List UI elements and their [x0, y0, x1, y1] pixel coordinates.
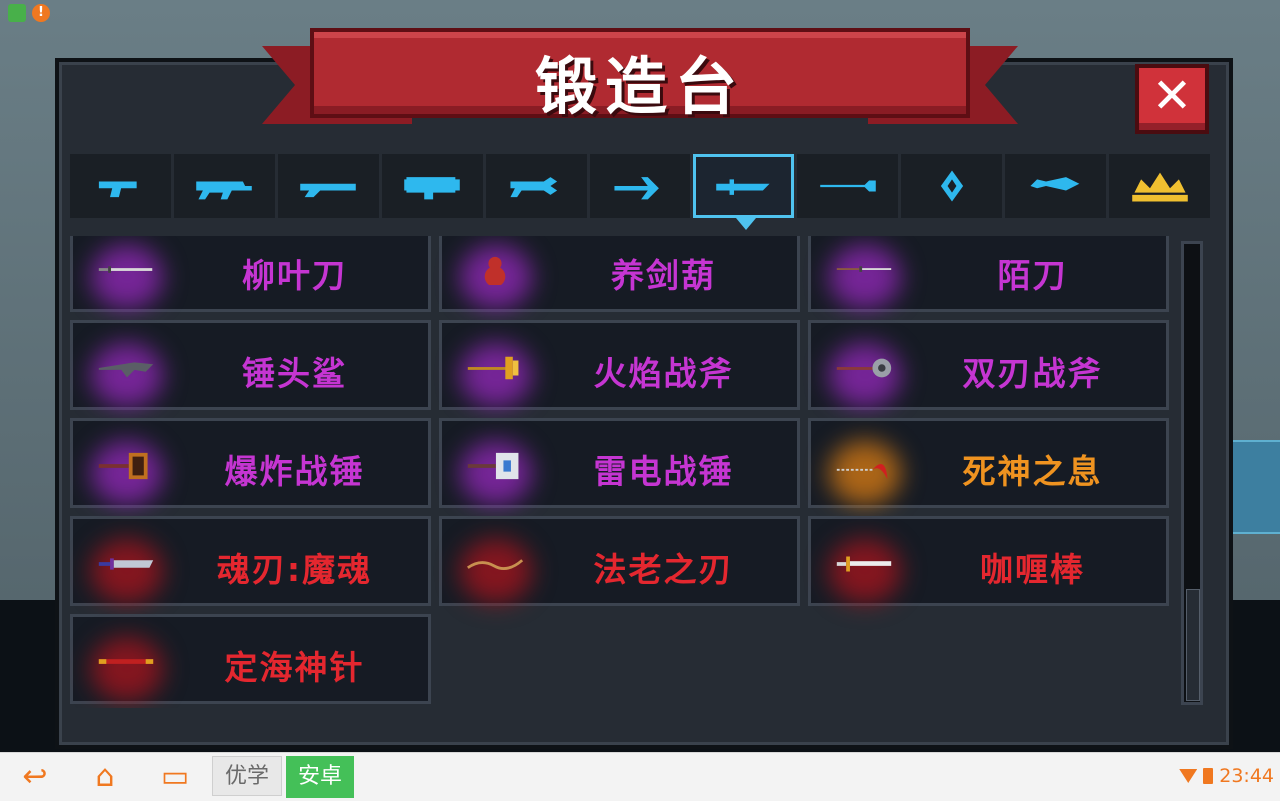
long-blade-icon	[836, 266, 892, 272]
battery-icon	[1203, 768, 1214, 784]
bow-icon	[614, 177, 659, 200]
android-nav-bar: ↩ ⌂ ▭ 优学 安卓 23:44	[0, 752, 1280, 801]
page-title: 锻造台	[534, 50, 745, 123]
weapon-item[interactable]: 雷电战锤	[439, 418, 800, 508]
weapon-item[interactable]: 陌刀	[808, 236, 1169, 312]
weapon-name: 定海神针	[224, 648, 365, 687]
warning-icon: !	[32, 4, 50, 22]
weapon-item[interactable]: 爆炸战锤	[70, 418, 431, 508]
status-icons: !	[8, 4, 50, 22]
notification-app-icon	[8, 4, 26, 22]
laser-icon	[510, 177, 558, 198]
scrollbar[interactable]	[1181, 241, 1203, 705]
close-button[interactable]: ✕	[1135, 64, 1209, 134]
weapon-name: 爆炸战锤	[224, 452, 365, 491]
gourd-icon	[484, 256, 506, 285]
weapon-name: 养剑葫	[611, 256, 716, 295]
golden-staff-icon	[98, 659, 154, 664]
thunder-hammer-icon	[467, 452, 519, 480]
fire-axe-icon	[467, 356, 519, 380]
weapon-item[interactable]: 死神之息	[808, 418, 1169, 508]
weapon-item[interactable]: 法老之刃	[439, 516, 800, 606]
weapon-item[interactable]: 养剑葫	[439, 236, 800, 312]
tab-throwable[interactable]	[901, 154, 1003, 218]
tab-crown[interactable]	[1109, 154, 1210, 218]
tab-launcher[interactable]	[381, 154, 483, 218]
weapon-item[interactable]: 双刃战斧	[808, 320, 1169, 410]
tab-spear[interactable]	[797, 154, 899, 218]
melee-icon	[716, 179, 770, 195]
title-banner: 锻造台	[262, 28, 1018, 138]
brand-label-a[interactable]: 优学	[212, 756, 283, 796]
spear-icon	[820, 180, 876, 192]
tab-bow[interactable]	[589, 154, 691, 218]
shotgun-icon	[300, 183, 357, 198]
pharaoh-blade-icon	[466, 559, 524, 571]
explosive-hammer-icon	[98, 452, 148, 480]
background-pillar	[1226, 440, 1280, 534]
hammerhead-icon	[98, 362, 154, 378]
weapon-name: 柳叶刀	[242, 256, 347, 295]
recent-apps-icon[interactable]: ▭	[150, 762, 200, 792]
weapon-name: 雷电战锤	[593, 452, 734, 491]
soul-blade-icon	[98, 558, 154, 570]
weapon-name: 火焰战斧	[593, 354, 734, 393]
crown-icon	[1131, 172, 1188, 202]
weapon-item[interactable]: 柳叶刀	[70, 236, 431, 312]
weapon-name: 魂刃:魔魂	[216, 550, 373, 589]
launcher-icon	[404, 177, 460, 200]
tab-rifle[interactable]	[173, 154, 275, 218]
weapon-name: 双刃战斧	[962, 354, 1103, 393]
tab-melee[interactable]	[693, 154, 795, 230]
clock: 23:44	[1219, 765, 1274, 787]
tab-shotgun[interactable]	[277, 154, 379, 218]
throwable-icon	[940, 170, 963, 202]
brand-label-b[interactable]: 安卓	[286, 756, 355, 798]
category-tabs	[70, 154, 1210, 230]
home-icon[interactable]: ⌂	[80, 762, 130, 792]
rifle-icon	[196, 181, 253, 200]
other-icon	[1030, 177, 1079, 191]
tab-other[interactable]	[1005, 154, 1107, 218]
back-icon[interactable]: ↩	[10, 762, 60, 792]
scroll-thumb[interactable]	[1186, 589, 1200, 701]
weapon-item[interactable]: 咖喱棒	[808, 516, 1169, 606]
weapon-item[interactable]: 锤头鲨	[70, 320, 431, 410]
tab-laser[interactable]	[485, 154, 587, 218]
scythe-icon	[836, 464, 888, 480]
system-tray: 23:44	[1179, 765, 1274, 787]
weapon-item[interactable]: 定海神针	[70, 614, 431, 704]
pistol-icon	[99, 181, 138, 198]
weapon-item[interactable]: 火焰战斧	[439, 320, 800, 410]
weapon-list: 柳叶刀 养剑葫 陌刀锤头鲨 火焰战斧 双刃战斧爆炸战锤 雷电战锤 死神之息魂刃:魔魂 法老之刃…	[70, 236, 1175, 708]
weapon-name: 法老之刃	[593, 550, 734, 589]
double-axe-icon	[836, 358, 892, 378]
tab-pistol[interactable]	[70, 154, 171, 218]
weapon-name: 咖喱棒	[980, 550, 1085, 589]
weapon-item[interactable]: 魂刃:魔魂	[70, 516, 431, 606]
weapon-name: 锤头鲨	[242, 354, 347, 393]
wifi-icon	[1179, 769, 1198, 783]
short-blade-icon	[98, 266, 153, 273]
weapon-name: 死神之息	[962, 452, 1103, 491]
weapon-name: 陌刀	[997, 256, 1068, 295]
excalibur-icon	[836, 556, 892, 572]
